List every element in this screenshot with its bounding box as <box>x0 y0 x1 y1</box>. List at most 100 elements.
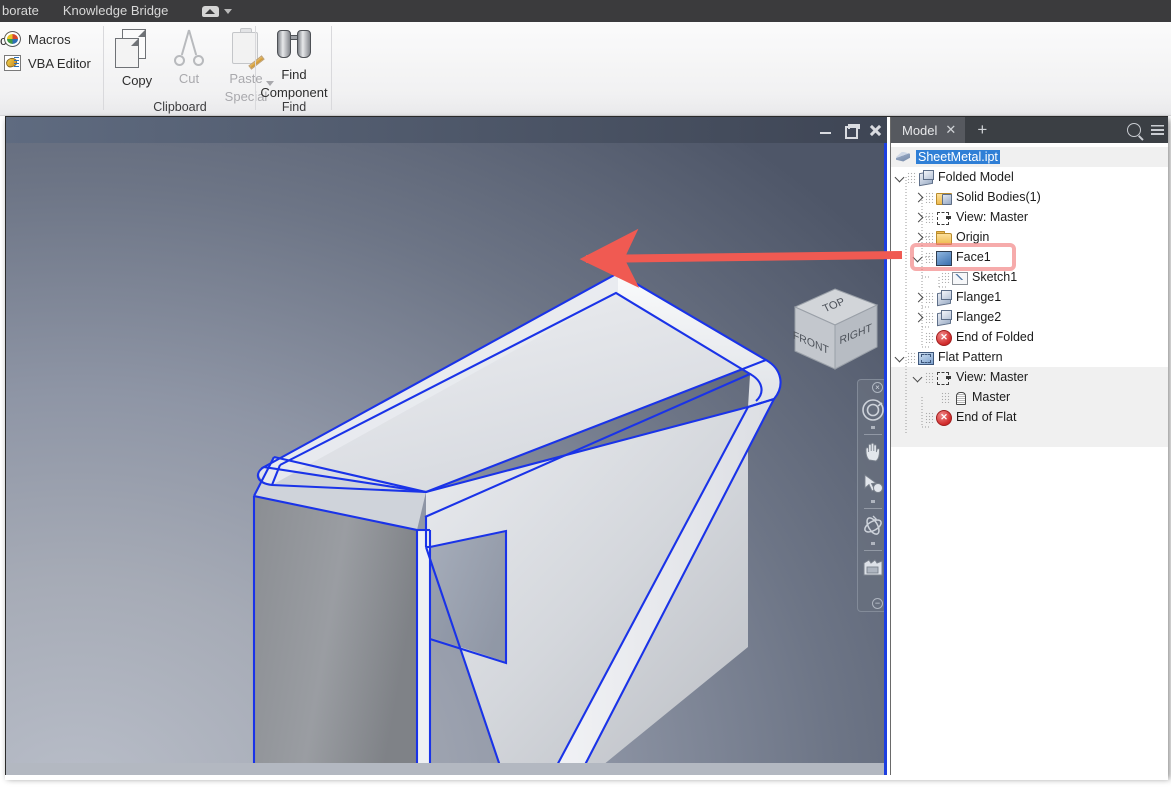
tree-item-label: End of Flat <box>956 410 1017 424</box>
clipboard-panel: Copy Cut Paste Special Clipboard <box>104 22 274 116</box>
browser-tools <box>1127 117 1164 143</box>
document-titlebar[interactable] <box>6 117 887 143</box>
chevron-right-icon[interactable] <box>913 312 924 323</box>
tree-connector-dots <box>925 211 935 223</box>
viewcube[interactable]: TOP FRONT RIGHT <box>791 281 883 377</box>
tree-item-flange1[interactable]: Flange1 <box>913 287 1001 307</box>
copy-icon <box>113 28 161 70</box>
tree-item-label: Flange2 <box>956 310 1002 324</box>
zoom-icon[interactable] <box>861 472 885 496</box>
chevron-down-icon[interactable] <box>895 352 906 363</box>
chevron-down-icon[interactable] <box>895 172 906 183</box>
view-icon <box>935 370 952 385</box>
sheetmetal-part-icon <box>895 150 912 165</box>
navbar-close-icon[interactable]: × <box>872 382 883 393</box>
navbar-caret[interactable] <box>871 426 875 429</box>
tree-item-label: Face1 <box>956 250 991 264</box>
tab-knowledge-bridge[interactable]: Knowledge Bridge <box>51 0 181 22</box>
navigation-bar: × − <box>857 379 887 612</box>
find-panel: Find Component Find <box>256 22 332 116</box>
master-view-icon <box>951 390 968 405</box>
chevron-down-icon[interactable] <box>913 372 924 383</box>
tree-item-sketch1[interactable]: Sketch1 <box>941 267 1017 287</box>
ribbon-panel-dropdown[interactable] <box>202 5 233 17</box>
tab-collaborate[interactable]: borate <box>0 0 51 22</box>
pan-hand-icon[interactable] <box>861 440 885 464</box>
copy-button[interactable]: Copy <box>110 28 164 88</box>
find-panel-title: Find <box>281 100 307 114</box>
sheet-metal-model[interactable] <box>6 117 887 775</box>
hamburger-menu-icon[interactable] <box>1151 124 1164 136</box>
chevron-down-icon[interactable] <box>913 252 924 263</box>
tree-connector-dots <box>925 371 935 383</box>
chevron-right-icon[interactable] <box>913 212 924 223</box>
tree-connector-dots <box>941 271 951 283</box>
search-icon[interactable] <box>1127 123 1141 137</box>
add-tab-button[interactable]: + <box>965 117 999 143</box>
find-label-2: Component <box>260 85 328 100</box>
close-icon[interactable] <box>868 123 883 138</box>
navbar-caret[interactable] <box>871 500 875 503</box>
macros-icon <box>4 31 21 47</box>
end-of-part-icon <box>935 409 952 426</box>
chevron-right-icon[interactable] <box>913 192 924 203</box>
tree-item-end-of-folded[interactable]: End of Folded <box>913 327 1034 347</box>
tree-item-label: Solid Bodies(1) <box>956 190 1041 204</box>
viewport-bottom-band <box>6 763 887 775</box>
origin-folder-icon <box>935 230 952 245</box>
navbar-divider <box>864 550 882 551</box>
find-component-icon <box>274 28 314 64</box>
folded-model-icon <box>917 169 934 185</box>
tree-connector-dots <box>925 291 935 303</box>
tab-close-icon[interactable]: ✕ <box>945 122 956 138</box>
tree-item-flange2[interactable]: Flange2 <box>913 307 1001 327</box>
tree-connector-dots <box>925 331 935 343</box>
3d-viewport[interactable]: TOP FRONT RIGHT × − <box>6 117 887 775</box>
copy-label: Copy <box>121 73 153 88</box>
face-icon <box>935 250 952 266</box>
tree-item-sheetmetal-ipt[interactable]: SheetMetal.ipt <box>895 147 1000 167</box>
navbar-minimize-icon[interactable]: − <box>872 598 883 609</box>
macros-label: Macros <box>28 31 71 47</box>
chevron-right-icon[interactable] <box>913 292 924 303</box>
minimize-icon[interactable] <box>818 123 833 138</box>
restore-icon[interactable] <box>843 123 860 139</box>
tree-item-face1[interactable]: Face1 <box>913 247 991 267</box>
tree-item-origin[interactable]: Origin <box>913 227 989 247</box>
tree-item-flat-pattern[interactable]: Flat Pattern <box>895 347 1003 367</box>
tree-item-view-master-flat[interactable]: View: Master <box>913 367 1028 387</box>
cut-button[interactable]: Cut <box>166 28 212 86</box>
flange-icon <box>935 289 952 305</box>
navbar-divider <box>864 434 882 435</box>
tab-model-label: Model <box>902 122 938 138</box>
steering-wheel-icon[interactable] <box>861 398 885 422</box>
chevron-right-icon[interactable] <box>913 232 924 243</box>
tree-item-label: End of Folded <box>956 330 1034 344</box>
look-camera-icon[interactable] <box>861 556 885 580</box>
browser-tab-bar: Model ✕ + <box>891 117 1168 143</box>
tree-item-view-master-folded[interactable]: View: Master <box>913 207 1028 227</box>
tree-item-folded-model[interactable]: Folded Model <box>895 167 1014 187</box>
solid-bodies-folder-icon <box>935 190 952 205</box>
vba-editor-icon <box>4 55 21 71</box>
model-tree[interactable]: SheetMetal.ipt Folded Model Solid Bodies… <box>891 143 1168 775</box>
macros-button[interactable]: Macros <box>4 31 71 47</box>
tree-item-end-of-flat[interactable]: End of Flat <box>913 407 1016 427</box>
tab-model[interactable]: Model ✕ <box>891 117 966 143</box>
orbit-icon[interactable] <box>861 514 885 538</box>
tree-connector-dots <box>925 231 935 243</box>
tree-item-label: Flat Pattern <box>938 350 1003 364</box>
tree-item-label: Folded Model <box>938 170 1014 184</box>
find-component-button[interactable]: Find Component <box>256 28 332 100</box>
sketch-icon <box>951 270 968 285</box>
model-browser-panel: Model ✕ + SheetMetal.ipt Folded Model So… <box>890 117 1168 775</box>
tree-item-label: Master <box>972 390 1011 404</box>
document-window: TOP FRONT RIGHT × − Model ✕ + SheetMetal… <box>5 116 1168 776</box>
tree-item-solid-bodies[interactable]: Solid Bodies(1) <box>913 187 1041 207</box>
find-label: Find <box>281 67 307 82</box>
tree-item-master[interactable]: Master <box>941 387 1010 407</box>
vba-editor-button[interactable]: VBA Editor <box>4 55 91 71</box>
flat-pattern-icon <box>917 350 934 365</box>
viewport-wrapper: TOP FRONT RIGHT × − <box>6 117 887 775</box>
navbar-caret[interactable] <box>871 542 875 545</box>
